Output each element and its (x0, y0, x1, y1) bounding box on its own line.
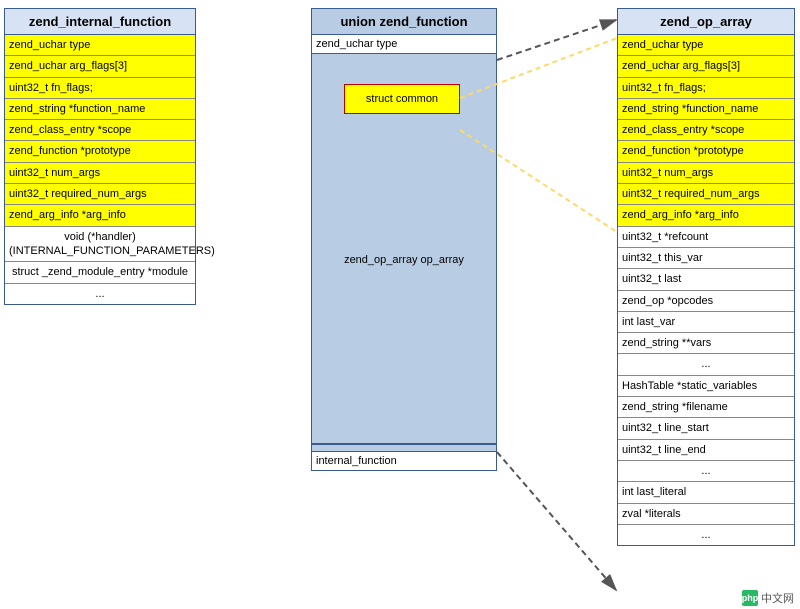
left-row: ... (5, 284, 195, 304)
struct-common-box: struct common (344, 84, 460, 114)
right-row: uint32_t line_end (618, 440, 794, 461)
watermark-text: 中文网 (761, 590, 794, 606)
right-row: uint32_t line_start (618, 418, 794, 439)
right-row: uint32_t num_args (618, 163, 794, 184)
left-row: uint32_t fn_flags; (5, 78, 195, 99)
right-row: zend_string **vars (618, 333, 794, 354)
right-row: int last_literal (618, 482, 794, 503)
right-row: zend_string *filename (618, 397, 794, 418)
right-row: uint32_t *refcount (618, 227, 794, 248)
right-row: zend_function *prototype (618, 141, 794, 162)
union-zend-function: union zend_function zend_uchar type stru… (311, 8, 497, 471)
left-row: zend_class_entry *scope (5, 120, 195, 141)
right-row: zend_uchar arg_flags[3] (618, 56, 794, 77)
left-row: zend_uchar arg_flags[3] (5, 56, 195, 77)
right-row: zend_uchar type (618, 35, 794, 56)
right-row: ... (618, 461, 794, 482)
right-row: uint32_t last (618, 269, 794, 290)
right-row: ... (618, 354, 794, 375)
union-body: zend_uchar type struct common zend_op_ar… (312, 35, 496, 470)
left-row: struct _zend_module_entry *module (5, 262, 195, 283)
watermark-logo: php (742, 590, 758, 606)
struct-zend-internal-function: zend_internal_function zend_uchar typeze… (4, 8, 196, 305)
left-row: zend_uchar type (5, 35, 195, 56)
left-row: zend_function *prototype (5, 141, 195, 162)
right-row: ... (618, 525, 794, 545)
left-row: void (*handler)(INTERNAL_FUNCTION_PARAME… (5, 227, 195, 263)
right-row: uint32_t required_num_args (618, 184, 794, 205)
struct-title-right: zend_op_array (618, 9, 794, 35)
struct-title-left: zend_internal_function (5, 9, 195, 35)
right-row: zend_arg_info *arg_info (618, 205, 794, 226)
left-row: zend_arg_info *arg_info (5, 205, 195, 226)
union-title: union zend_function (312, 9, 496, 35)
left-row: zend_string *function_name (5, 99, 195, 120)
union-internal-cut: zend_internal_function (312, 444, 496, 452)
right-row: int last_var (618, 312, 794, 333)
struct-body-right: zend_uchar typezend_uchar arg_flags[3]ui… (618, 35, 794, 545)
union-op-array-section: struct common zend_op_array op_array (312, 54, 496, 444)
op-array-label: zend_op_array op_array (312, 254, 496, 266)
left-row: uint32_t required_num_args (5, 184, 195, 205)
right-row: zend_class_entry *scope (618, 120, 794, 141)
right-row: zend_op *opcodes (618, 291, 794, 312)
struct-zend-op-array: zend_op_array zend_uchar typezend_uchar … (617, 8, 795, 546)
right-row: uint32_t fn_flags; (618, 78, 794, 99)
right-row: uint32_t this_var (618, 248, 794, 269)
union-internal-function: internal_function (312, 452, 496, 470)
watermark: php 中文网 (742, 590, 794, 606)
struct-body-left: zend_uchar typezend_uchar arg_flags[3]ui… (5, 35, 195, 304)
right-row: zend_string *function_name (618, 99, 794, 120)
right-row: zval *literals (618, 504, 794, 525)
left-row: uint32_t num_args (5, 163, 195, 184)
union-type-row: zend_uchar type (312, 35, 496, 54)
right-row: HashTable *static_variables (618, 376, 794, 397)
